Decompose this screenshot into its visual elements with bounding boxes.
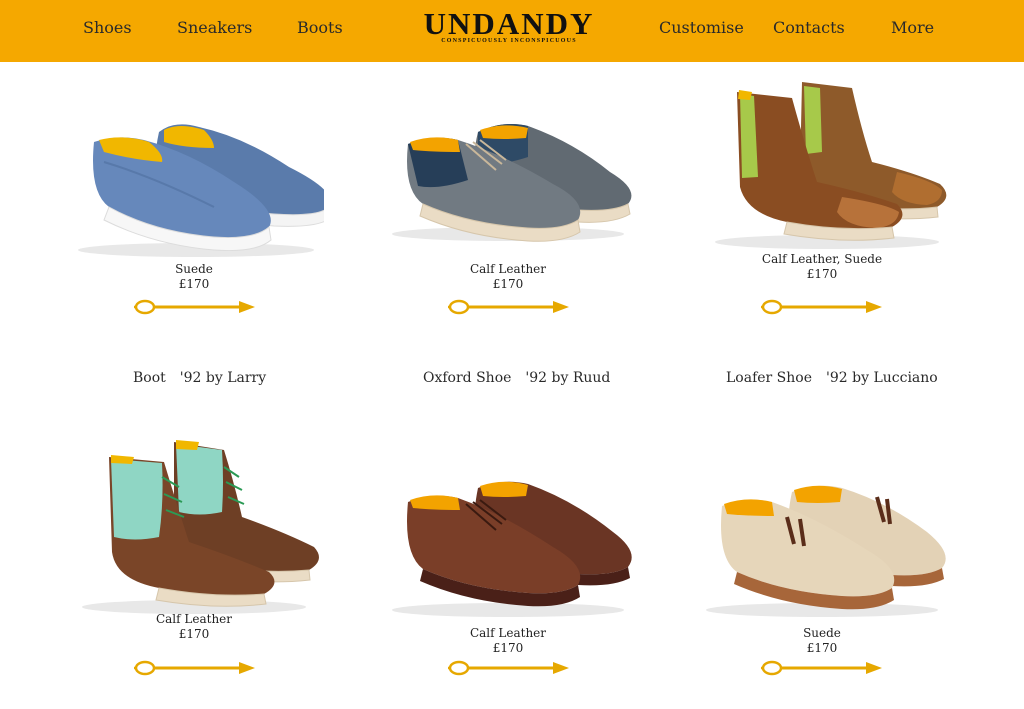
product-card[interactable]: Calf Leather £170 [358, 82, 658, 292]
shoe-image-slip-on [78, 124, 324, 257]
model-link-oxford[interactable]: Oxford Shoe '92 by Ruud [423, 370, 610, 386]
model-name: '92 by Lucciano [826, 370, 938, 386]
model-type: Boot [133, 370, 166, 386]
nav-contacts-link[interactable]: Contacts [773, 18, 845, 37]
view-product-arrow-icon[interactable] [760, 659, 884, 677]
logo-tagline: CONSPICUOUSLY INCONSPICUOUS [441, 38, 577, 44]
product-price: £170 [806, 267, 838, 281]
model-link-boot[interactable]: Boot '92 by Larry [133, 370, 266, 386]
model-type: Oxford Shoe [423, 370, 512, 386]
nav-sneakers-link[interactable]: Sneakers [177, 18, 252, 37]
nav-more-link[interactable]: More [891, 18, 934, 37]
product-material: Calf Leather [469, 262, 547, 276]
product-price: £170 [492, 641, 524, 655]
model-name: '92 by Ruud [525, 370, 611, 386]
view-product-arrow-icon[interactable] [133, 659, 257, 677]
product-card[interactable]: Suede £170 [672, 462, 972, 656]
view-product-arrow-icon[interactable] [133, 298, 257, 316]
nav-customise-link[interactable]: Customise [659, 18, 744, 37]
product-material: Suede [175, 262, 213, 276]
model-name: '92 by Larry [179, 370, 267, 386]
view-product-arrow-icon[interactable] [447, 659, 571, 677]
shoe-image-tassel-loafer [706, 485, 946, 617]
shoe-image-oxford-sneaker [392, 124, 632, 242]
product-material: Calf Leather [155, 612, 233, 626]
shoe-image-chukka-boot [82, 440, 319, 614]
model-type: Loafer Shoe [726, 370, 813, 386]
product-material: Calf Leather [469, 626, 547, 640]
product-material: Calf Leather, Suede [761, 252, 883, 266]
product-material: Suede [803, 626, 841, 640]
top-nav-bar: Shoes Sneakers Boots UNDANDY CONSPICUOUS… [0, 0, 1024, 62]
product-price: £170 [178, 277, 210, 291]
view-product-arrow-icon[interactable] [447, 298, 571, 316]
brand-logo[interactable]: UNDANDY CONSPICUOUSLY INCONSPICUOUS [423, 6, 595, 45]
shoe-image-chelsea-boot [715, 82, 947, 249]
product-card[interactable]: Calf Leather £170 [44, 432, 344, 642]
product-price: £170 [492, 277, 524, 291]
model-link-loafer[interactable]: Loafer Shoe '92 by Lucciano [726, 370, 938, 386]
product-card[interactable]: Calf Leather £170 [358, 452, 658, 656]
product-card[interactable]: Suede £170 [44, 82, 344, 292]
nav-boots-link[interactable]: Boots [297, 18, 343, 37]
nav-shoes-link[interactable]: Shoes [83, 18, 132, 37]
product-price: £170 [178, 627, 210, 641]
shoe-image-brown-oxford [392, 481, 632, 617]
logo-wordmark: UNDANDY [423, 6, 595, 41]
product-card[interactable]: Calf Leather, Suede £170 [672, 72, 972, 282]
view-product-arrow-icon[interactable] [760, 298, 884, 316]
product-price: £170 [806, 641, 838, 655]
